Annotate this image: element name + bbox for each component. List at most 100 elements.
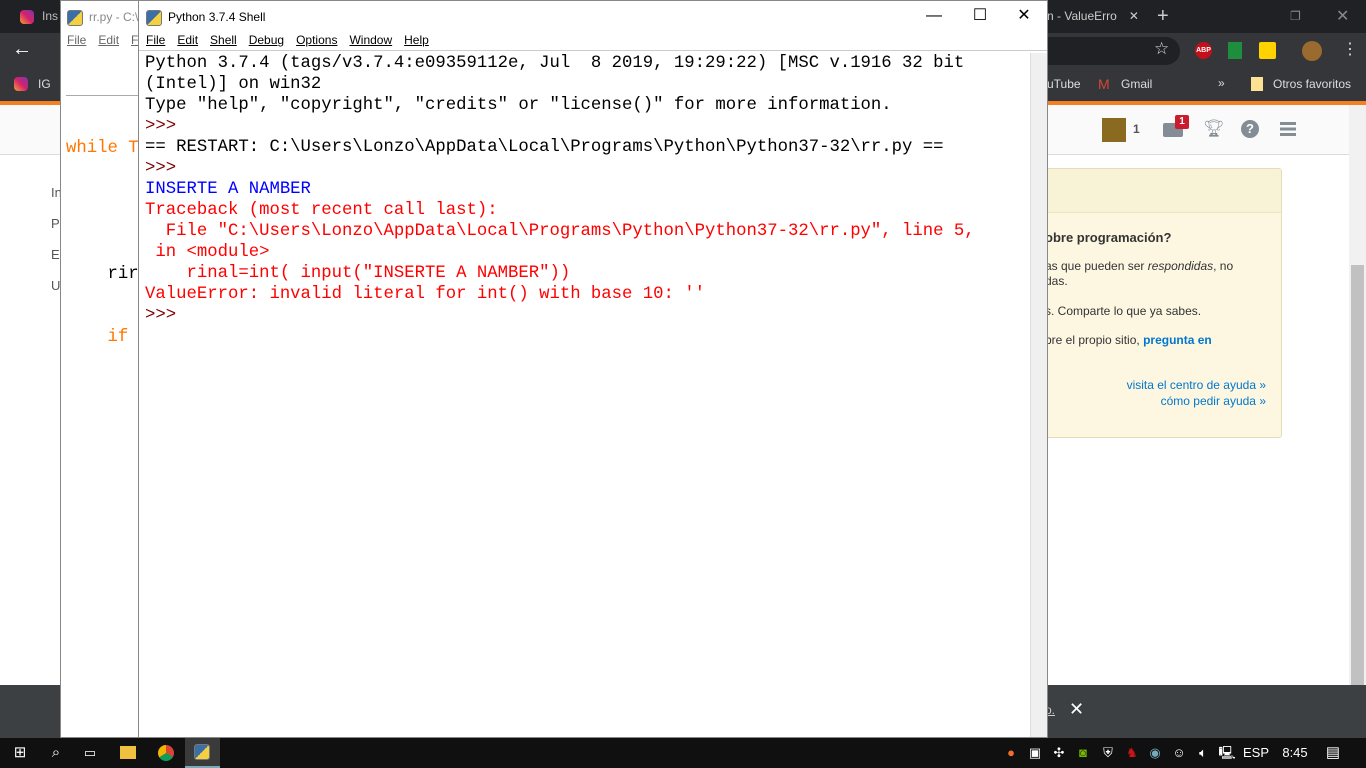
shell-line: ValueError: invalid literal for int() wi… [145,285,706,304]
sheets-extension-icon[interactable] [1228,42,1242,59]
code-line: rir [66,265,139,284]
shell-window: Python 3.7.4 Shell — ☐ ✕ File Edit Shell De… [138,0,1048,738]
instagram-icon [14,77,28,91]
folder-icon [1251,77,1263,91]
back-icon[interactable]: ← [12,38,32,61]
scrollbar-thumb[interactable] [1351,265,1364,685]
menu-kebab-icon[interactable]: ⋮ [1342,39,1358,59]
search-icon[interactable]: ⌕ [44,738,68,768]
restore-icon[interactable]: ❐ [1290,0,1301,33]
help-icon[interactable]: ? [1241,120,1259,138]
trophy-icon[interactable]: 🏆︎ [1203,119,1225,139]
editor-titlebar[interactable]: rr.py - C:\ [61,1,139,33]
menu-debug[interactable]: Debug [249,33,284,47]
bookmark-youtube[interactable]: uTube [1047,77,1081,91]
editor-menubar: File Edit F [61,33,139,51]
shell-line: Traceback (most recent call last): [145,201,498,220]
file-explorer-icon[interactable] [120,746,136,759]
ask-meta-link[interactable]: pregunta en [1143,333,1212,347]
tray-app-icon[interactable]: ▣ [1026,738,1044,768]
shell-line: in <module> [145,243,270,262]
close-button[interactable]: ✕ [1001,1,1047,33]
bookmark-star-icon[interactable]: ☆ [1154,39,1169,59]
menu-edit[interactable]: Edit [177,33,198,47]
chrome-icon[interactable] [158,745,174,761]
origin-icon[interactable]: ● [1002,738,1020,768]
satellite-icon[interactable]: ✣ [1050,738,1068,768]
gmail-icon: M [1098,76,1110,92]
action-center-icon[interactable]: ▤ [1322,738,1344,768]
shell-line: >>> [145,159,187,178]
reputation: 1 [1133,122,1140,136]
menu-window[interactable]: Window [349,33,392,47]
python-icon [67,9,83,26]
page-scrollbar[interactable] [1349,105,1366,685]
volume-icon[interactable]: 🔈︎ [1194,738,1212,768]
bookmark-ig[interactable]: IG [38,77,51,91]
shell-line: >>> [145,117,187,136]
help-box-header [1031,169,1281,213]
browser-tab-valueerror[interactable]: n - ValueErro ✕ [1047,0,1139,33]
shell-line: INSERTE A NAMBER [145,180,311,199]
minimize-button[interactable]: — [911,1,957,33]
new-tab-button[interactable]: + [1157,0,1169,33]
code-line: if [66,328,129,347]
user-avatar[interactable] [1102,118,1126,142]
sidebar-item[interactable]: E [51,247,60,262]
close-window-icon[interactable]: ✕ [1336,0,1349,33]
python-taskbar-button[interactable] [185,738,220,768]
help-box-text: das. [1045,274,1068,288]
instagram-icon [20,9,34,24]
help-box-title: obre programación? [1045,230,1172,245]
clock[interactable]: 8:45 [1280,738,1310,768]
redragon-icon[interactable]: ♞ [1122,738,1142,768]
shell-line: (Intel)] on win32 [145,75,322,94]
shell-line: >>> [145,306,187,325]
sidebar-item[interactable]: U [51,278,60,293]
site-switcher-icon[interactable] [1280,122,1296,136]
shell-scrollbar[interactable] [1030,53,1047,737]
shell-menubar: File Edit Shell Debug Options Window Help [139,33,1047,51]
menu-file[interactable]: File [146,33,165,47]
editor-window: rr.py - C:\ File Edit F while T rir if [60,0,140,738]
menu-help[interactable]: Help [404,33,429,47]
language-indicator[interactable]: ESP [1243,738,1269,768]
code-line: while T [66,139,139,158]
browser-tab-instagram[interactable]: Ins [20,0,58,33]
shell-line: Type "help", "copyright", "credits" or "… [145,96,892,115]
bookmark-gmail[interactable]: Gmail [1121,77,1152,91]
discord-icon[interactable]: ☺ [1170,738,1188,768]
editor-code[interactable]: while T rir if [66,95,139,390]
shell-line: == RESTART: C:\Users\Lonzo\AppData\Local… [145,138,944,157]
extension-l-icon[interactable] [1259,42,1276,59]
maximize-button[interactable]: ☐ [957,1,1003,33]
defender-warning-icon[interactable]: ⛨ [1099,738,1117,768]
banner-close-button[interactable]: ✕ [1069,699,1084,720]
shell-line: File "C:\Users\Lonzo\AppData\Local\Progr… [145,222,975,241]
shell-line: Python 3.7.4 (tags/v3.7.4:e09359112e, Ju… [145,54,965,73]
menu-shell[interactable]: Shell [210,33,237,47]
sidebar-item[interactable]: P [51,216,60,231]
menu-options[interactable]: Options [296,33,337,47]
close-tab-icon[interactable]: ✕ [1129,9,1139,23]
adblock-icon[interactable]: ABP [1195,42,1212,59]
menu-file[interactable]: File [67,33,86,47]
inbox-badge: 1 [1175,115,1189,129]
network-icon[interactable]: 🖳︎ [1218,738,1236,768]
bookmark-otros-favoritos[interactable]: Otros favoritos [1273,77,1351,91]
nvidia-icon[interactable]: ◙ [1074,738,1092,768]
shell-output[interactable]: Python 3.7.4 (tags/v3.7.4:e09359112e, Ju… [145,53,1029,326]
steam-icon[interactable]: ◉ [1146,738,1164,768]
menu-edit[interactable]: Edit [98,33,119,47]
how-to-ask-link[interactable]: cómo pedir ayuda » [1161,394,1266,408]
task-view-icon[interactable]: ▭ [78,738,102,768]
help-box-text: s. Comparte lo que ya sabes. [1045,304,1202,318]
help-box-text: as que pueden ser respondidas, no [1045,259,1234,273]
help-center-link[interactable]: visita el centro de ayuda » [1127,378,1266,392]
python-icon [146,9,162,26]
python-icon [194,744,210,760]
profile-avatar[interactable] [1302,41,1322,61]
windows-start-icon[interactable]: ⊞ [8,738,32,768]
more-bookmarks[interactable]: » [1218,76,1225,90]
shell-line: rinal=int( input("INSERTE A NAMBER")) [145,264,571,283]
